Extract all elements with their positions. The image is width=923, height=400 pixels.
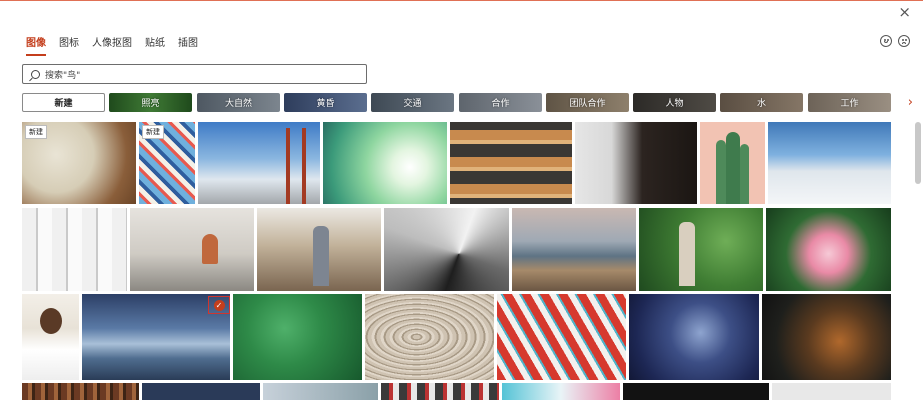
image-tile[interactable] xyxy=(381,383,499,400)
search-input[interactable] xyxy=(45,69,345,79)
close-button[interactable]: × xyxy=(898,3,911,21)
category-bar: 新建 照亮 大自然 黄昏 交通 合作 团队合作 人物 水 工作 xyxy=(22,93,915,113)
category-nature[interactable]: 大自然 xyxy=(197,93,280,112)
image-tile[interactable] xyxy=(257,208,381,291)
image-tile[interactable] xyxy=(623,383,769,400)
category-illuminate[interactable]: 照亮 xyxy=(109,93,192,112)
image-tile[interactable] xyxy=(502,383,620,400)
new-badge: 新建 xyxy=(142,125,164,139)
category-new[interactable]: 新建 xyxy=(22,93,105,112)
image-tile[interactable]: 新建 xyxy=(22,122,136,204)
image-tile[interactable] xyxy=(575,122,697,204)
selected-check-icon[interactable]: ✓ xyxy=(208,296,230,314)
tab-cutout-people[interactable]: 人像抠图 xyxy=(92,34,132,56)
image-tile[interactable] xyxy=(323,122,447,204)
image-tile[interactable] xyxy=(629,294,759,380)
new-badge: 新建 xyxy=(25,125,47,139)
frown-feedback-icon[interactable] xyxy=(898,35,910,47)
feedback-icons xyxy=(880,35,910,47)
window-top-border xyxy=(0,0,923,1)
tab-stickers[interactable]: 贴纸 xyxy=(145,34,165,56)
image-tile[interactable] xyxy=(22,383,139,400)
category-people[interactable]: 人物 xyxy=(633,93,716,112)
image-tile[interactable] xyxy=(22,294,79,380)
image-tile[interactable] xyxy=(130,208,254,291)
image-tile[interactable]: 新建 xyxy=(139,122,195,204)
image-tile[interactable] xyxy=(142,383,260,400)
image-tile[interactable] xyxy=(450,122,572,204)
scrollbar-thumb[interactable] xyxy=(915,122,921,184)
image-tile[interactable]: ✓ xyxy=(82,294,230,380)
category-dusk[interactable]: 黄昏 xyxy=(284,93,367,112)
image-tile[interactable] xyxy=(700,122,765,204)
search-box[interactable] xyxy=(22,64,367,84)
image-tile[interactable] xyxy=(263,383,378,400)
tab-bar: 图像 图标 人像抠图 贴纸 插图 xyxy=(26,34,211,56)
image-tile[interactable] xyxy=(384,208,509,291)
image-tile[interactable] xyxy=(497,294,626,380)
search-icon xyxy=(31,69,40,79)
category-transport[interactable]: 交通 xyxy=(371,93,454,112)
tab-illustrations[interactable]: 插图 xyxy=(178,34,198,56)
category-work[interactable]: 工作 xyxy=(808,93,891,112)
image-tile[interactable] xyxy=(766,208,891,291)
image-tile[interactable] xyxy=(233,294,362,380)
image-tile[interactable] xyxy=(772,383,891,400)
tab-images[interactable]: 图像 xyxy=(26,34,46,56)
category-water[interactable]: 水 xyxy=(720,93,803,112)
category-cooperation[interactable]: 合作 xyxy=(459,93,542,112)
category-teamwork[interactable]: 团队合作 xyxy=(546,93,629,112)
image-tile[interactable] xyxy=(512,208,636,291)
image-grid: 新建 新建 ✓ xyxy=(22,122,892,400)
image-tile[interactable] xyxy=(768,122,891,204)
tab-icons[interactable]: 图标 xyxy=(59,34,79,56)
image-tile[interactable] xyxy=(639,208,763,291)
image-tile[interactable] xyxy=(762,294,891,380)
image-tile[interactable] xyxy=(22,208,127,291)
image-tile[interactable] xyxy=(365,294,494,380)
chevron-right-icon[interactable]: › xyxy=(908,95,913,110)
image-tile[interactable] xyxy=(198,122,320,204)
smiley-feedback-icon[interactable] xyxy=(880,35,892,47)
